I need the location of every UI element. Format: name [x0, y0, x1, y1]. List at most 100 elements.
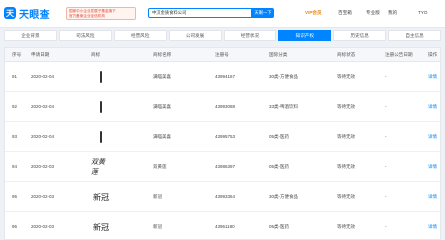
row-name: 新冠: [153, 194, 162, 199]
trademark-image[interactable]: 新冠: [91, 219, 111, 235]
table-row: 94 2020-02-03 双黄莲 双黄莲 43986397 05类-医药 等待无效 - 详情: [5, 152, 440, 182]
row-status: 等待无效: [337, 194, 355, 199]
row-index: 94: [12, 164, 18, 169]
table-header: 序号 申请日期 商标 商标名称 注册号 国际分类 商标状态 注册公告日期 操作: [5, 48, 440, 62]
header-name: 商标名称: [153, 52, 172, 57]
row-name: 满喵美喜: [153, 104, 171, 109]
trademark-bar-glyph: [100, 131, 102, 143]
row-status: 等待无效: [337, 134, 355, 139]
trademark-text: 新冠: [93, 222, 109, 232]
tab-history[interactable]: 历史信息: [333, 30, 387, 41]
category-tabs: 企业背景 司法风险 经营风险 公司发展 经营状况 知识产权 历史信息 自主信息: [4, 30, 441, 41]
table-row: 95 2020-02-03 新冠 新冠 43993364 30类-方便食品 等待无效 - 详情: [5, 182, 440, 212]
vip-link[interactable]: VIP会员: [305, 10, 322, 16]
logo-text: 天眼查: [19, 9, 50, 21]
header-index: 序号: [12, 52, 22, 57]
row-detail-link[interactable]: 详情: [428, 182, 437, 212]
trademark-image[interactable]: [91, 99, 111, 115]
row-pub-date: -: [385, 74, 387, 79]
row-index: 95: [12, 194, 18, 199]
search-input[interactable]: [149, 9, 251, 17]
search-box: [148, 8, 252, 18]
tab-operating-status[interactable]: 经营状况: [223, 30, 277, 41]
row-index: 93: [12, 134, 18, 139]
row-reg-no: 43993088: [215, 104, 236, 109]
row-reg-no: 43986397: [215, 164, 236, 169]
row-reg-no: 43994167: [215, 74, 236, 79]
row-pub-date: -: [385, 104, 387, 109]
pro-link[interactable]: 专业版: [366, 10, 380, 16]
trademark-text: 新冠: [93, 192, 109, 202]
row-pub-date: -: [385, 164, 387, 169]
promo-line-2: 官方备案企业征信机构: [69, 14, 105, 18]
my-link[interactable]: 我的: [388, 10, 397, 16]
tab-operating-risk[interactable]: 经营风险: [113, 30, 167, 41]
row-detail-link[interactable]: 详情: [428, 212, 437, 239]
row-name: 双黄莲: [153, 164, 167, 169]
row-detail-link[interactable]: 详情: [428, 92, 437, 122]
top-header: 天 天眼查 国家中小企业发展子基金旗下 官方备案企业征信机构 天眼一下 VIP会…: [0, 0, 445, 28]
site-logo[interactable]: 天 天眼查: [4, 6, 50, 21]
row-status: 等待无效: [337, 74, 355, 79]
row-date: 2020-02-03: [31, 194, 55, 199]
row-detail-link[interactable]: 详情: [428, 122, 437, 152]
row-name: 满喵美喜: [153, 74, 171, 79]
row-reg-no: 43961180: [215, 224, 235, 229]
tab-company-development[interactable]: 公司发展: [168, 30, 222, 41]
promo-banner[interactable]: 国家中小企业发展子基金旗下 官方备案企业征信机构: [66, 7, 136, 20]
row-category: 33类-啤酒饮料: [269, 104, 299, 109]
trademark-image[interactable]: [91, 129, 111, 145]
header-mark: 商标: [91, 52, 101, 57]
row-index: 96: [12, 224, 18, 229]
row-category: 05类-医药: [269, 164, 290, 169]
tab-self-info[interactable]: 自主信息: [388, 30, 441, 41]
toolbox-link[interactable]: 百宝箱: [338, 10, 352, 16]
row-status: 等待无效: [337, 104, 355, 109]
trademark-image[interactable]: 新冠: [91, 189, 111, 205]
row-name: 新冠: [153, 224, 162, 229]
trademark-bar-glyph: [100, 101, 102, 113]
header-date[interactable]: 申请日期: [31, 48, 49, 62]
logo-icon: 天: [4, 7, 16, 19]
row-pub-date: -: [385, 224, 387, 229]
tab-judicial-risk[interactable]: 司法风险: [58, 30, 112, 41]
trademark-image[interactable]: 双黄莲: [91, 158, 111, 176]
row-category: 30类-方便食品: [269, 194, 299, 199]
row-pub-date: -: [385, 194, 387, 199]
row-detail-link[interactable]: 详情: [428, 152, 437, 182]
row-name: 满喵美喜: [153, 134, 171, 139]
row-date: 2020-02-04: [31, 134, 55, 139]
header-pub-date: 注册公告日期: [385, 52, 413, 57]
row-reg-no: 43995753: [215, 134, 236, 139]
trademark-bar-glyph: [100, 71, 102, 83]
row-category: 05类-医药: [269, 134, 290, 139]
tab-company-background[interactable]: 企业背景: [4, 30, 57, 41]
row-status: 等待无效: [337, 164, 355, 169]
trademark-image[interactable]: [91, 69, 111, 85]
row-date: 2020-02-03: [31, 224, 55, 229]
header-status[interactable]: 商标状态: [337, 48, 355, 62]
table-row: 92 2020-02-04 满喵美喜 43993088 33类-啤酒饮料 等待无效 - 详情: [5, 92, 440, 122]
header-action: 操作: [428, 52, 438, 57]
row-index: 92: [12, 104, 18, 109]
row-pub-date: -: [385, 134, 387, 139]
header-category[interactable]: 国际分类: [269, 48, 287, 62]
row-index: 91: [12, 74, 18, 79]
row-date: 2020-02-04: [31, 74, 55, 79]
row-date: 2020-02-03: [31, 164, 55, 169]
table-row: 96 2020-02-03 新冠 新冠 43961180 05类-医药 等待无效 - 详情: [5, 212, 440, 239]
user-name[interactable]: TYO: [418, 10, 427, 15]
header-reg-no: 注册号: [215, 52, 229, 57]
row-reg-no: 43993364: [215, 194, 236, 199]
row-category: 30类-方便食品: [269, 74, 299, 79]
tab-intellectual-property[interactable]: 知识产权: [278, 30, 332, 41]
row-detail-link[interactable]: 详情: [428, 62, 437, 92]
table-row: 93 2020-02-04 满喵美喜 43995753 05类-医药 等待无效 - 详情: [5, 122, 440, 152]
table-row: 91 2020-02-04 满喵美喜 43994167 30类-方便食品 等待无效 - 详情: [5, 62, 440, 92]
trademark-table: 序号 申请日期 商标 商标名称 注册号 国际分类 商标状态 注册公告日期 操作 …: [4, 47, 441, 240]
row-category: 05类-医药: [269, 224, 290, 229]
row-status: 等待无效: [337, 224, 355, 229]
trademark-text: 双黄莲: [91, 158, 105, 176]
search-button[interactable]: 天眼一下: [252, 8, 274, 18]
row-date: 2020-02-04: [31, 104, 55, 109]
